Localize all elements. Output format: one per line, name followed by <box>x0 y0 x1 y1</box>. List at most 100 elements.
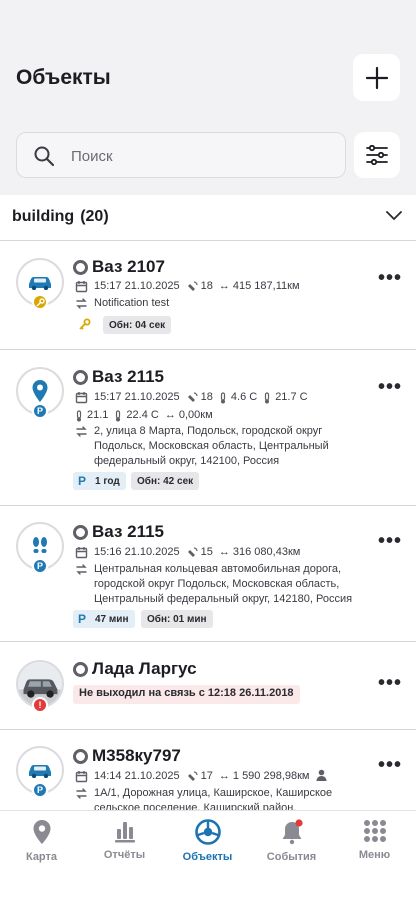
satellite-icon <box>187 770 198 781</box>
parking-badge: P <box>32 403 48 419</box>
thermometer-icon <box>116 409 121 421</box>
telemetry-row: 14:14 21.10.2025 17 ↔ 1 590 298,98км <box>75 769 330 784</box>
satellite-count-group: 15 <box>186 545 213 560</box>
update-time-chip: Обн: 04 сек <box>103 316 172 334</box>
timestamp: 14:14 21.10.2025 <box>94 770 180 782</box>
more-options-button[interactable]: ••• <box>378 672 402 695</box>
group-title: building (20) <box>12 208 109 226</box>
distance-arrows-icon: ↔ <box>218 770 230 782</box>
address-row: 1А/1, Дорожная улица, Каширское, Каширск… <box>75 786 369 810</box>
object-card[interactable]: P М358ку797 ••• 14:14 21.10.2025 17 ↔ 1 5… <box>0 730 416 810</box>
group-name: building <box>12 208 75 225</box>
bottom-tab-bar: Карта Отчёты Объекты События Меню <box>0 810 416 900</box>
sensor-row: 21.1 22.4 С ↔ 0,00км <box>75 408 213 423</box>
address-row: 2, улица 8 Марта, Подольск, городской ок… <box>75 424 369 469</box>
tab-label: Объекты <box>182 851 233 863</box>
temp-sensor-group: 4.6 С <box>219 390 257 405</box>
satellite-count-group: 18 <box>186 279 213 294</box>
filter-button[interactable] <box>354 132 400 178</box>
tab-label: Меню <box>358 849 391 861</box>
person-icon <box>316 769 326 781</box>
status-indicator <box>73 748 88 764</box>
chevron-down-icon <box>386 211 402 221</box>
route-icon <box>76 564 87 575</box>
temp-sensor-4: 22.4 С <box>126 409 159 421</box>
update-time-chip: Обн: 01 мин <box>141 610 213 628</box>
object-card[interactable]: ! Лада Ларгус ••• Не выходил на связь с … <box>0 642 416 730</box>
tab-label: Отчёты <box>103 849 146 861</box>
calendar-icon <box>75 771 88 783</box>
status-indicator <box>73 369 88 385</box>
thermometer-icon <box>220 391 225 403</box>
calendar-icon <box>75 392 88 404</box>
distance-arrows-icon: ↔ <box>218 546 230 558</box>
driver-group <box>316 769 330 781</box>
temp-sensor-3: 21.1 <box>87 409 109 421</box>
satellite-icon <box>187 280 198 291</box>
more-options-button[interactable]: ••• <box>378 754 402 777</box>
object-name: Ваз 2115 <box>92 367 164 386</box>
object-name: М358ку797 <box>92 746 181 765</box>
telemetry-row: 15:17 21.10.2025 18 4.6 С 21.7 С <box>75 390 308 405</box>
temp-sensor-group: 22.4 С <box>114 408 159 423</box>
distance-group: ↔ 1 590 298,98км <box>219 769 310 784</box>
timestamp: 15:16 21.10.2025 <box>94 546 180 558</box>
mileage: 415 187,11км <box>232 280 300 292</box>
temp-sensor-1: 4.6 С <box>230 391 258 403</box>
tab-objects[interactable]: Объекты <box>166 819 249 875</box>
tab-label: События <box>266 851 317 863</box>
calendar-icon <box>75 547 88 559</box>
mileage: 316 080,43км <box>232 546 301 558</box>
object-name: Ваз 2115 <box>92 522 164 541</box>
group-header[interactable]: building (20) <box>0 195 416 241</box>
parking-icon: P <box>73 610 91 628</box>
address-row: Центральная кольцевая автомобильная доро… <box>75 562 369 607</box>
key-icon <box>79 318 91 330</box>
object-name-row: Лада Ларгус <box>73 659 197 679</box>
distance-group: ↔ 316 080,43км <box>219 545 300 560</box>
route-row: Notification test <box>75 296 169 311</box>
page-title: Объекты <box>16 66 111 89</box>
parking-badge: P <box>32 558 48 574</box>
object-name-row: Ваз 2115 <box>73 367 164 387</box>
object-name-row: Ваз 2115 <box>73 522 164 542</box>
route-icon <box>76 298 87 309</box>
header: Объекты <box>0 0 416 195</box>
object-card[interactable]: P Ваз 2115 ••• 15:16 21.10.2025 15 ↔ 316 … <box>0 506 416 642</box>
temp-sensor-2: 21.7 С <box>275 391 308 403</box>
tab-label: Карта <box>25 851 58 863</box>
address-text: 1А/1, Дорожная улица, Каширское, Каширск… <box>94 787 333 810</box>
status-indicator <box>73 661 88 677</box>
thermometer-icon <box>76 409 82 421</box>
tab-reports[interactable]: Отчёты <box>83 819 166 875</box>
alert-badge: ! <box>32 697 48 713</box>
more-options-button[interactable]: ••• <box>378 530 402 553</box>
object-name: Ваз 2107 <box>92 257 165 276</box>
telemetry-row: 15:16 21.10.2025 15 ↔ 316 080,43км <box>75 545 300 560</box>
location-pin-icon <box>32 380 48 402</box>
tab-map[interactable]: Карта <box>0 819 83 875</box>
add-object-button[interactable] <box>353 54 400 101</box>
satellite-count: 18 <box>200 391 213 403</box>
address-text: 2, улица 8 Марта, Подольск, городской ок… <box>94 425 329 467</box>
satellite-count: 15 <box>200 546 213 558</box>
tab-events[interactable]: События <box>250 819 333 875</box>
objects-icon <box>194 819 221 845</box>
mileage: 0,00км <box>178 409 213 421</box>
tab-menu[interactable]: Меню <box>333 819 416 875</box>
sliders-icon <box>366 145 388 165</box>
more-options-button[interactable]: ••• <box>378 376 402 399</box>
satellite-count-group: 18 <box>186 390 213 405</box>
satellite-count: 18 <box>200 280 213 292</box>
parking-chip: P 1 год <box>73 472 126 490</box>
search-input[interactable] <box>71 143 331 169</box>
map-pin-icon <box>33 820 50 844</box>
grid-menu-icon <box>363 820 386 842</box>
object-card[interactable]: P Ваз 2115 ••• 15:17 21.10.2025 18 4.6 С… <box>0 350 416 506</box>
more-options-button[interactable]: ••• <box>378 267 402 290</box>
parking-icon: P <box>73 472 91 490</box>
footprints-icon <box>33 537 47 553</box>
object-card[interactable]: Ваз 2107 ••• 15:17 21.10.2025 18 ↔ 415 18… <box>0 241 416 350</box>
car-icon <box>29 765 51 778</box>
key-icon <box>36 297 45 306</box>
